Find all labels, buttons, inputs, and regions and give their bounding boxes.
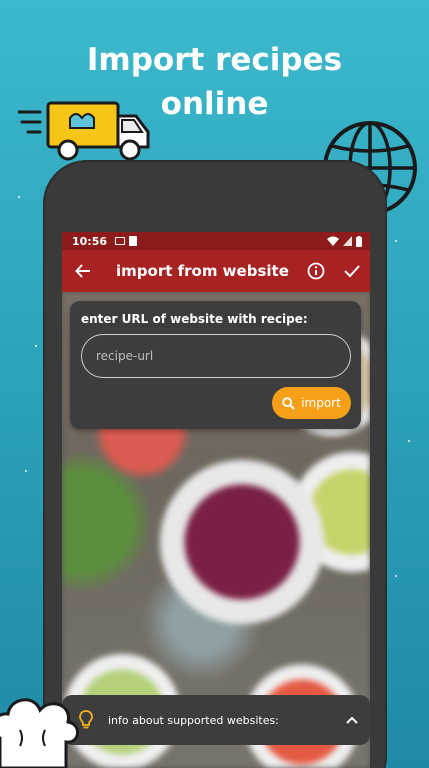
headline-line-1: Import recipes (86, 42, 343, 78)
decor-dot (25, 470, 27, 472)
recipe-url-input[interactable] (81, 334, 351, 378)
confirm-button[interactable] (334, 250, 370, 292)
supported-websites-panel[interactable]: info about supported websites: (62, 695, 370, 745)
app-bar: import from website (62, 250, 370, 292)
url-field-label: enter URL of website with recipe: (81, 312, 308, 326)
search-icon (282, 396, 295, 410)
decor-dot (395, 240, 397, 242)
import-card: enter URL of website with recipe: import (70, 301, 361, 429)
decor-dot (18, 196, 20, 198)
gallery-notification-icon (115, 237, 126, 245)
status-bar: 10:56 (62, 232, 370, 250)
arrow-left-icon (75, 264, 90, 278)
info-button[interactable] (298, 250, 334, 292)
page-title: import from website (116, 262, 289, 280)
info-icon (307, 262, 325, 280)
decor-dot (395, 575, 397, 577)
battery-icon (356, 235, 362, 247)
back-button[interactable] (62, 250, 104, 292)
import-button[interactable]: import (272, 387, 351, 419)
chevron-up-icon[interactable] (334, 716, 370, 724)
phone-screen: 10:56 import from website enter URL of w… (62, 232, 370, 768)
delivery-truck-icon (18, 101, 150, 161)
check-icon (344, 265, 360, 278)
status-time: 10:56 (72, 234, 108, 248)
supported-websites-label: info about supported websites: (108, 713, 279, 727)
decor-dot (408, 440, 410, 442)
import-button-label: import (301, 396, 341, 410)
sd-card-icon (129, 236, 138, 246)
wifi-icon (327, 236, 339, 246)
decor-dot (35, 345, 37, 347)
signal-icon (343, 236, 352, 246)
chef-hat-icon (0, 698, 79, 768)
